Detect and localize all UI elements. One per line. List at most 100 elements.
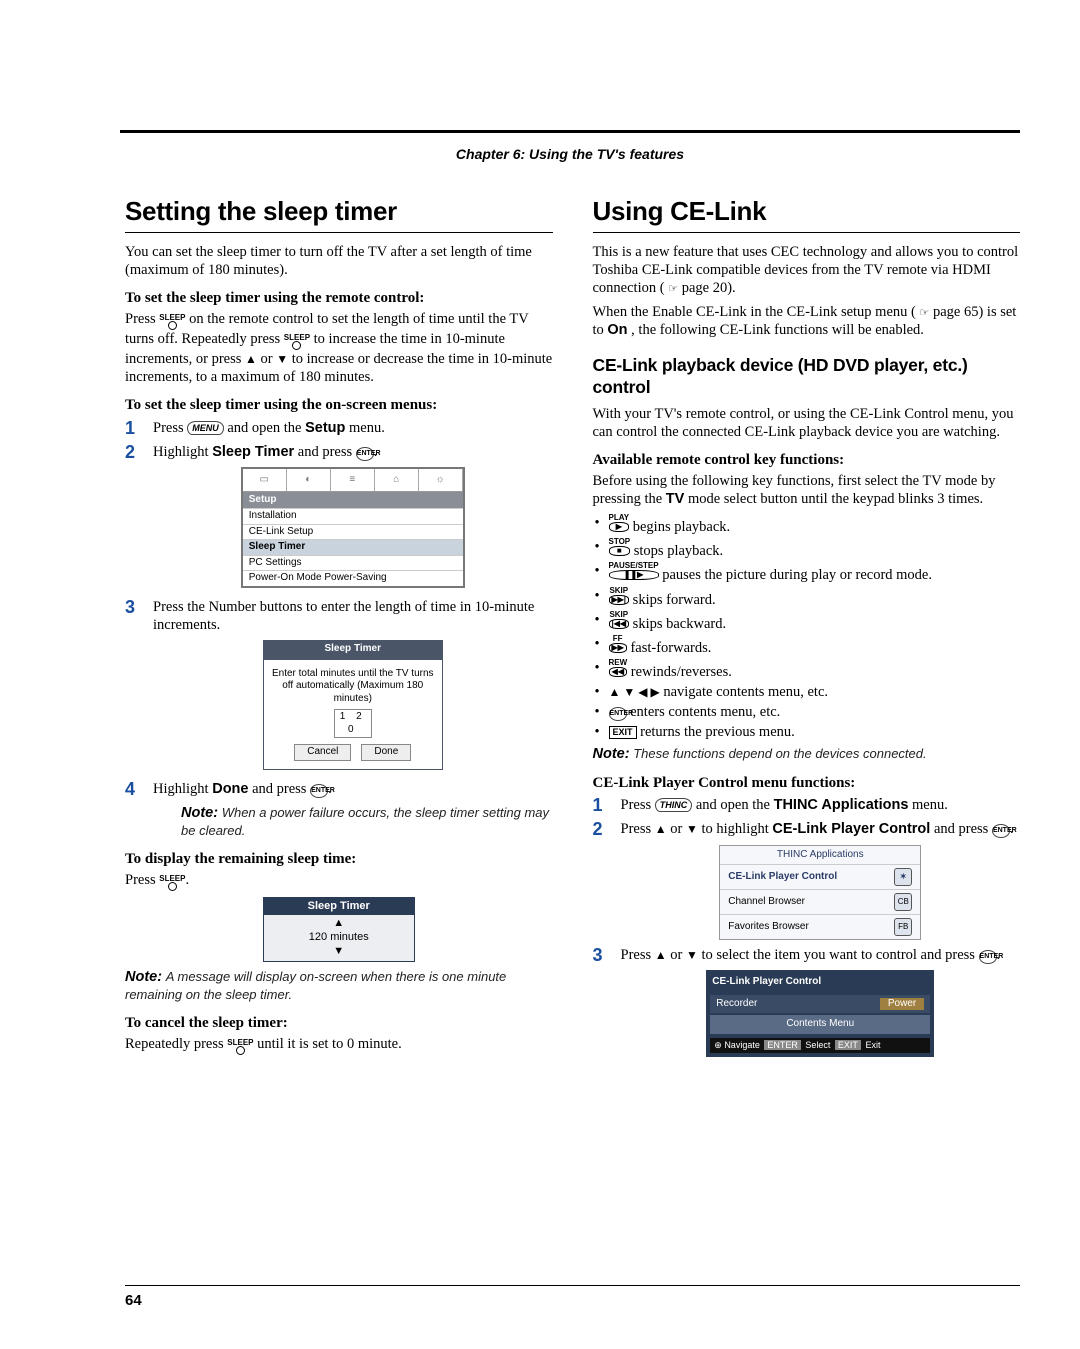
t: Favorites Browser xyxy=(728,921,809,934)
down-arrow-icon: ▼ xyxy=(686,822,698,836)
intro2-text: When the Enable CE-Link in the CE-Link s… xyxy=(593,303,1021,339)
note-label: Note: xyxy=(125,969,162,985)
left-column: Setting the sleep timer You can set the … xyxy=(125,195,553,1063)
t: Press xyxy=(153,420,187,436)
t: enters contents menu, etc. xyxy=(627,704,781,720)
t: This is a new feature that uses CEC tech… xyxy=(593,244,1019,296)
cancel-button: Cancel xyxy=(294,744,351,761)
panel-row: Contents Menu xyxy=(710,1015,930,1034)
list-item: PLAY▶ begins playback. xyxy=(593,514,1021,536)
panel-header: Setup xyxy=(243,492,463,509)
row-badge-icon: CB xyxy=(894,893,912,911)
rew-icon: REW◀◀ xyxy=(609,659,628,677)
t: skips backward. xyxy=(629,616,726,632)
pointer-icon: ☞ xyxy=(668,283,678,295)
list-item: ▲ ▼ ◀ ▶ navigate contents menu, etc. xyxy=(593,683,1021,701)
enter-button-icon: ENTER xyxy=(609,707,627,721)
note-label: Note: xyxy=(181,805,218,821)
rule xyxy=(125,232,553,233)
t: Exit xyxy=(865,1040,880,1050)
t: Navigate xyxy=(724,1040,760,1050)
panel-value: ▲120 minutes▼ xyxy=(264,915,414,960)
step-3: 3 Press the Number buttons to enter the … xyxy=(125,598,553,770)
chapter-banner: Chapter 6: Using the TV's features xyxy=(120,140,1020,168)
section-title-sleep: Setting the sleep timer xyxy=(125,195,553,228)
rule xyxy=(593,232,1021,233)
subsection-playback: CE-Link playback device (HD DVD player, … xyxy=(593,355,1021,399)
top-rule xyxy=(120,130,1020,133)
t: CE-Link Player Control xyxy=(728,871,837,884)
note-body: A message will display on-screen when th… xyxy=(125,969,506,1002)
t: On xyxy=(607,322,627,338)
t: until it is set to 0 minute. xyxy=(257,1036,402,1052)
tab-icon: ≡ xyxy=(331,469,375,491)
t: mode select button until the keypad blin… xyxy=(688,491,983,507)
note-body: When a power failure occurs, the sleep t… xyxy=(181,805,549,838)
down-arrow-icon: ▼ xyxy=(686,948,698,962)
nav-icon: ⊕ xyxy=(714,1040,722,1050)
subhead-osd: To set the sleep timer using the on-scre… xyxy=(125,396,553,415)
t: Done xyxy=(212,781,248,797)
t: to highlight xyxy=(702,821,773,837)
sleep-button-icon: SLEEP xyxy=(159,875,185,891)
t: Press xyxy=(621,947,655,963)
t: Highlight xyxy=(153,444,212,460)
subhead-avail: Available remote control key functions: xyxy=(593,451,1021,470)
t: Setup xyxy=(305,420,345,436)
thinc-apps-panel: THINC Applications CE-Link Player Contro… xyxy=(719,845,921,941)
t: Select xyxy=(805,1040,830,1050)
remaining-panel: Sleep Timer ▲120 minutes▼ xyxy=(263,897,415,962)
list-item: EXIT returns the previous menu. xyxy=(593,723,1021,741)
skip-back-icon: SKIP|◀◀ xyxy=(609,611,630,629)
key-functions-list: PLAY▶ begins playback. STOP■ stops playb… xyxy=(593,514,1021,741)
thinc-button-icon: THINC xyxy=(655,798,693,812)
row-badge-icon: ✶ xyxy=(894,868,912,886)
t: fast-forwards. xyxy=(627,640,712,656)
tab-icon: ▭ xyxy=(243,469,287,491)
up-arrow-icon: ▲ xyxy=(655,822,667,836)
enter-button-icon: ENTER xyxy=(979,950,997,964)
done-button: Done xyxy=(361,744,411,761)
t: page 20). xyxy=(682,280,736,296)
sleep-button-icon: SLEEP xyxy=(227,1039,253,1055)
panel-row: PC Settings xyxy=(243,555,463,571)
pstep-3: 3 Press ▲ or ▼ to select the item you wa… xyxy=(593,946,1021,1057)
panel-title: THINC Applications xyxy=(720,846,920,865)
enter-button-icon: ENTER xyxy=(356,447,374,461)
panel-row: Channel BrowserCB xyxy=(720,889,920,914)
panel-title: Sleep Timer xyxy=(263,640,443,659)
note-body: These functions depend on the devices co… xyxy=(633,746,926,761)
t: Highlight xyxy=(153,781,212,797)
list-item: PAUSE/STEP❚❚▶ pauses the picture during … xyxy=(593,562,1021,584)
t: Power xyxy=(880,998,924,1011)
down-arrow-icon: ▼ xyxy=(276,352,288,366)
panel-row-selected: Sleep Timer xyxy=(243,539,463,555)
panel-title: CE-Link Player Control xyxy=(710,974,930,995)
t: menu. xyxy=(912,797,948,813)
t: THINC Applications xyxy=(774,797,909,813)
t: and press xyxy=(298,444,356,460)
menu-button-icon: MENU xyxy=(187,421,224,435)
list-item: SKIP▶▶| skips forward. xyxy=(593,587,1021,609)
list-item: ENTER enters contents menu, etc. xyxy=(593,703,1021,721)
enter-button-icon: ENTER xyxy=(310,784,328,798)
panel-msg: Enter total minutes until the TV turns o… xyxy=(270,668,436,706)
sleep-button-icon: SLEEP xyxy=(159,314,185,330)
subhead-display-remaining: To display the remaining sleep time: xyxy=(125,850,553,869)
tab-icon: ⌂ xyxy=(375,469,419,491)
t: Press xyxy=(125,311,159,327)
play-icon: PLAY▶ xyxy=(609,514,630,532)
tab-icon: ◐ xyxy=(287,469,331,491)
exit-tag-icon: EXIT xyxy=(835,1040,861,1050)
t: begins playback. xyxy=(629,519,730,535)
t: skips forward. xyxy=(629,592,716,608)
t: pauses the picture during play or record… xyxy=(659,567,932,583)
t: , the following CE-Link functions will b… xyxy=(631,322,924,338)
pstep-2: 2 Press ▲ or ▼ to highlight CE-Link Play… xyxy=(593,820,1021,940)
step-2: 2 Highlight Sleep Timer and press ENTER.… xyxy=(125,443,553,588)
stop-icon: STOP■ xyxy=(609,538,631,556)
row-badge-icon: FB xyxy=(894,918,912,936)
list-item: REW◀◀ rewinds/reverses. xyxy=(593,659,1021,681)
intro-text: You can set the sleep timer to turn off … xyxy=(125,243,553,279)
up-arrow-icon: ▲ xyxy=(245,352,257,366)
